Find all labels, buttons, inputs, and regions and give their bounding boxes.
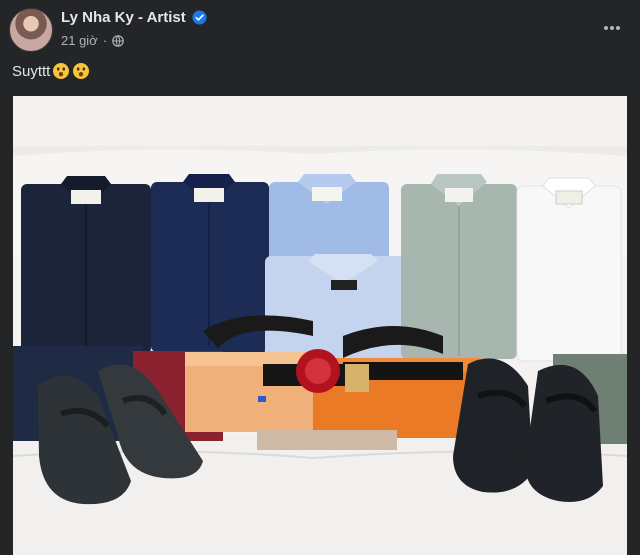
hushed-face-emoji (73, 63, 90, 79)
globe-icon[interactable] (112, 34, 124, 47)
post-header: Ly Nha Ky - Artist 21 giờ · (0, 0, 640, 58)
more-horizontal-icon (604, 26, 620, 30)
author-line: Ly Nha Ky - Artist (61, 9, 207, 26)
verified-badge-icon (192, 10, 207, 25)
post-caption: Suyttt (12, 62, 90, 80)
more-options-button[interactable] (598, 14, 626, 42)
facebook-post: Ly Nha Ky - Artist 21 giờ · Suyttt (0, 0, 640, 555)
post-meta: 21 giờ · (61, 33, 124, 48)
author-name[interactable]: Ly Nha Ky - Artist (61, 9, 186, 26)
post-photo[interactable] (13, 96, 627, 555)
meta-separator: · (102, 33, 108, 48)
post-time[interactable]: 21 giờ (61, 33, 98, 48)
photo-illustration (13, 96, 627, 555)
author-avatar[interactable] (9, 8, 53, 52)
hushed-face-emoji (53, 63, 70, 79)
caption-text: Suyttt (12, 62, 51, 80)
